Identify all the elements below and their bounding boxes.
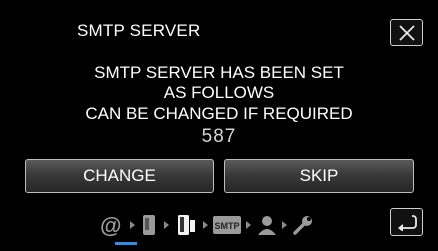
skip-button[interactable]: SKIP xyxy=(224,159,414,193)
message-line-3: CAN BE CHANGED IF REQUIRED xyxy=(85,104,353,123)
step-arrow-icon xyxy=(246,221,251,229)
svg-text:SMTP: SMTP xyxy=(214,221,239,231)
device-icon xyxy=(175,214,197,241)
message-line-1: SMTP SERVER HAS BEEN SET xyxy=(94,63,344,82)
message-line-2: AS FOLLOWS xyxy=(163,83,275,102)
active-step-indicator xyxy=(115,242,137,245)
smtp-port-value: 587 xyxy=(201,126,237,147)
phone-icon xyxy=(142,215,156,240)
close-icon xyxy=(399,25,415,41)
change-button[interactable]: CHANGE xyxy=(25,159,214,193)
smtp-icon: SMTP xyxy=(213,216,241,239)
at-icon: @ xyxy=(100,213,122,238)
close-button[interactable] xyxy=(390,19,423,46)
wrench-icon xyxy=(293,215,313,240)
step-arrow-icon xyxy=(282,221,287,229)
page-title: SMTP SERVER xyxy=(77,21,201,40)
setup-step-indicator: @ SMTP xyxy=(100,213,350,239)
return-icon xyxy=(398,215,417,231)
user-icon xyxy=(257,215,277,240)
step-arrow-icon xyxy=(130,221,135,229)
step-arrow-icon xyxy=(203,221,208,229)
step-arrow-icon xyxy=(164,221,169,229)
back-button[interactable] xyxy=(390,208,423,236)
